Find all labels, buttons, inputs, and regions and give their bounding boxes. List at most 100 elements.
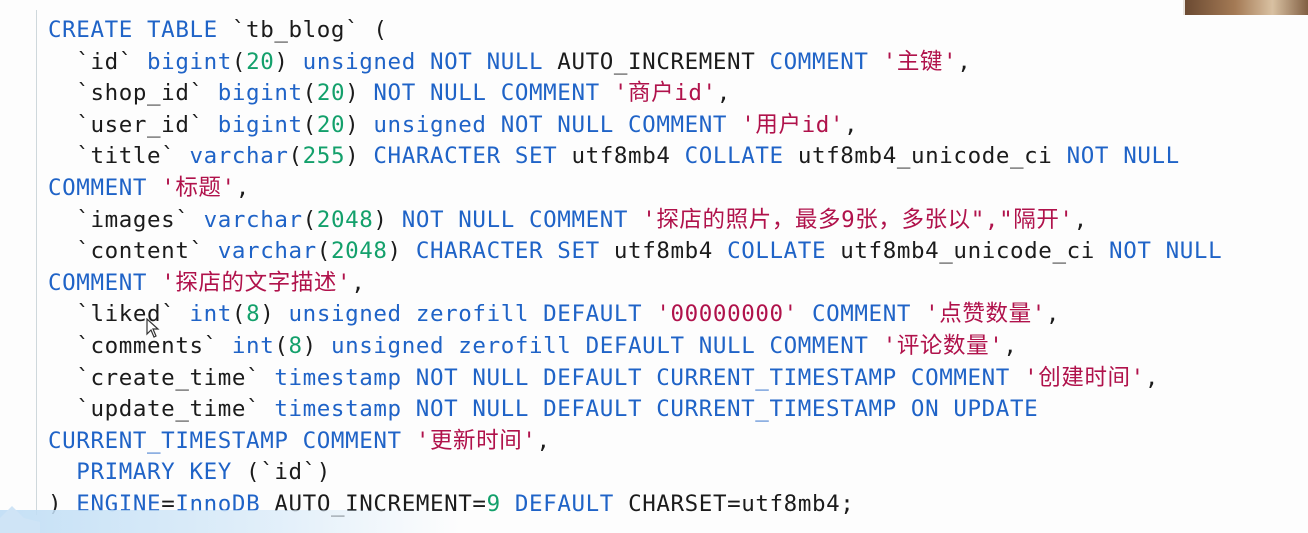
sql-number: 20: [316, 80, 346, 107]
sql-string: '标题': [161, 174, 236, 201]
sql-keyword: NOT NULL: [1109, 238, 1223, 265]
sql-punctuation: ,: [536, 427, 551, 454]
sql-punctuation: (: [274, 332, 289, 359]
bottom-highlight-overlay: [0, 510, 460, 533]
code-line: `create_time` timestamp NOT NULL DEFAULT…: [48, 363, 1222, 395]
sql-keyword: int: [231, 332, 275, 359]
sql-identifier: `id`: [48, 48, 148, 75]
sql-identifier: `update_time`: [48, 396, 275, 423]
sql-punctuation: (: [231, 301, 247, 328]
sql-keyword: DEFAULT: [514, 490, 614, 517]
sql-keyword: NOT NULL COMMENT: [401, 206, 629, 233]
sql-punctuation: ): [345, 111, 374, 138]
sql-identifier: `user_id`: [48, 111, 218, 138]
sql-identifier: utf8mb4: [557, 143, 685, 170]
bottom-wave-decoration: [0, 506, 40, 533]
sql-keyword: bigint: [217, 111, 303, 138]
sql-string: '评论数量': [882, 332, 1004, 359]
sql-keyword: unsigned zerofill DEFAULT NULL COMMENT: [330, 332, 869, 359]
code-lines: CREATE TABLE `tb_blog` ( `id` bigint(20)…: [48, 15, 1222, 521]
sql-punctuation: [642, 301, 656, 327]
sql-punctuation: (: [288, 143, 303, 170]
sql-punctuation: [869, 333, 883, 359]
sql-number: 8: [288, 332, 303, 359]
sql-punctuation: ): [345, 143, 374, 170]
sql-punctuation: ,: [351, 269, 366, 296]
sql-string: '探店的照片，最多9张，多张以","隔开': [642, 206, 1074, 233]
sql-string: '00000000': [656, 301, 798, 328]
code-line: COMMENT '标题',: [48, 173, 1222, 205]
sql-punctuation: ,: [844, 111, 859, 138]
sql-punctuation: [869, 49, 883, 75]
sql-punctuation: ): [345, 80, 374, 107]
sql-punctuation: ,: [1073, 206, 1088, 233]
sql-punctuation: ): [302, 332, 331, 359]
sql-punctuation: [628, 207, 642, 233]
sql-punctuation: (: [302, 80, 317, 107]
sql-keyword: unsigned NOT NULL COMMENT: [373, 111, 728, 138]
sql-string: '用户id': [741, 111, 845, 138]
code-line: `id` bigint(20) unsigned NOT NULL AUTO_I…: [48, 47, 1222, 79]
code-line: `liked` int(8) unsigned zerofill DEFAULT…: [48, 299, 1222, 331]
sql-keyword: int: [189, 301, 232, 328]
sql-string: '创建时间': [1024, 364, 1145, 391]
sql-string: '商户id': [613, 80, 717, 107]
code-line: CREATE TABLE `tb_blog` (: [48, 15, 1222, 47]
code-line: `shop_id` bigint(20) NOT NULL COMMENT '商…: [48, 78, 1222, 110]
sql-identifier: utf8mb4: [599, 238, 728, 265]
sql-punctuation: (: [316, 238, 331, 265]
sql-identifier: `liked`: [48, 301, 190, 328]
sql-keyword: COLLATE: [684, 143, 784, 170]
sql-identifier: `shop_id`: [48, 80, 218, 107]
sql-number: 2048: [330, 238, 388, 265]
sql-string: '点赞数量': [925, 301, 1046, 328]
sql-keyword: unsigned NOT NULL: [302, 48, 544, 75]
sql-number: 20: [246, 48, 275, 75]
editor-gutter-line: [36, 10, 37, 515]
mouse-pointer-icon: [146, 318, 160, 338]
sql-identifier: CHARSET=utf8mb4;: [613, 490, 855, 517]
sql-identifier: (`id`): [231, 459, 331, 486]
sql-punctuation: [48, 459, 76, 485]
sql-keyword: CURRENT_TIMESTAMP COMMENT: [48, 427, 402, 454]
sql-keyword: NOT NULL COMMENT: [373, 80, 600, 107]
sql-number: 9: [486, 490, 501, 517]
sql-identifier: `comments`: [48, 332, 232, 359]
sql-punctuation: [402, 428, 416, 454]
sql-punctuation: ): [274, 48, 303, 75]
sql-keyword: varchar: [189, 143, 289, 170]
sql-punctuation: [1010, 365, 1024, 391]
sql-keyword: varchar: [203, 206, 303, 233]
sql-keyword: bigint: [217, 80, 303, 107]
sql-identifier: `tb_blog` (: [217, 17, 388, 43]
code-line: `comments` int(8) unsigned zerofill DEFA…: [48, 331, 1222, 363]
sql-identifier: utf8mb4_unicode_ci: [783, 143, 1067, 170]
sql-punctuation: ,: [1144, 364, 1159, 391]
sql-number: 20: [316, 111, 346, 138]
sql-keyword: COMMENT: [48, 174, 148, 201]
sql-punctuation: [147, 270, 161, 296]
sql-keyword: PRIMARY KEY: [76, 459, 232, 486]
sql-identifier: AUTO_INCREMENT: [543, 48, 770, 75]
sql-punctuation: [600, 80, 614, 106]
sql-keyword: COLLATE: [727, 238, 827, 265]
sql-keyword: CHARACTER SET: [373, 143, 558, 170]
sql-keyword: varchar: [217, 238, 317, 265]
sql-code-view: CREATE TABLE `tb_blog` ( `id` bigint(20)…: [0, 0, 1308, 533]
code-line: COMMENT '探店的文字描述',: [48, 268, 1222, 300]
sql-punctuation: (: [302, 111, 317, 138]
code-line: `user_id` bigint(20) unsigned NOT NULL C…: [48, 110, 1222, 142]
sql-identifier: `title`: [48, 143, 190, 170]
sql-punctuation: (: [302, 206, 317, 233]
sql-identifier: `images`: [48, 206, 204, 233]
sql-keyword: COMMENT: [811, 301, 911, 328]
sql-punctuation: [501, 491, 515, 517]
code-line: `update_time` timestamp NOT NULL DEFAULT…: [48, 394, 1222, 426]
code-line: `title` varchar(255) CHARACTER SET utf8m…: [48, 141, 1222, 173]
sql-string: '主键': [882, 48, 958, 75]
sql-punctuation: ,: [235, 174, 250, 201]
code-line: `content` varchar(2048) CHARACTER SET ut…: [48, 236, 1222, 268]
sql-number: 255: [302, 143, 346, 170]
code-line: CURRENT_TIMESTAMP COMMENT '更新时间',: [48, 426, 1222, 458]
sql-keyword: CHARACTER SET: [415, 238, 600, 265]
